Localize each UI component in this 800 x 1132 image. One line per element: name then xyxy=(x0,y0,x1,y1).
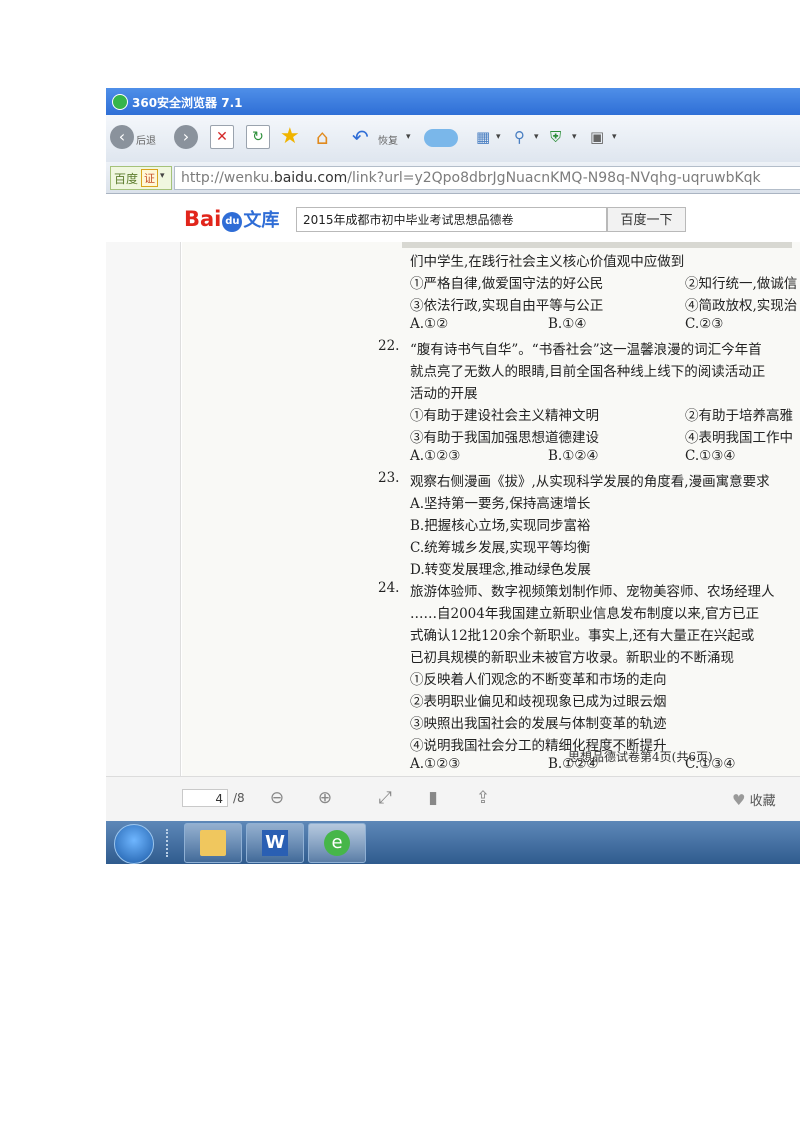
cloud-icon[interactable] xyxy=(424,129,458,147)
doc-line: ②有助于培养高雅 xyxy=(685,408,793,424)
logo-text-bai: Bai xyxy=(184,207,222,231)
restore-dropdown-icon[interactable]: ▾ xyxy=(406,125,416,151)
doc-line: ①严格自律,做爱国守法的好公民 xyxy=(410,276,604,292)
browser-title-bar: 360安全浏览器 7.1 xyxy=(106,88,800,115)
back-arrow-icon[interactable]: ‹ xyxy=(110,125,134,149)
security-shield-icon[interactable]: ⛨ xyxy=(550,125,568,151)
favorite-button[interactable]: ♥ 收藏 xyxy=(732,790,776,809)
doc-line: A.①② xyxy=(410,316,449,332)
address-bar-row: 百度 证 ▾ http://wenku.baidu.com/link?url=y… xyxy=(106,162,800,194)
undo-close-icon[interactable]: ↶ xyxy=(352,125,376,151)
doc-line: ④简政放权,实现治 xyxy=(685,298,798,314)
favorite-label: 收藏 xyxy=(749,794,776,809)
document-page[interactable]: 们中学生,在践行社会主义核心价值观中应做到 ①严格自律,做爱国守法的好公民 ②知… xyxy=(182,242,800,776)
baidu-wenku-logo[interactable]: Bai du 文库 xyxy=(184,206,279,232)
folder-icon xyxy=(200,830,226,856)
search-engine-name: 百度 xyxy=(114,172,139,186)
apps-grid-icon[interactable]: ▦ xyxy=(476,125,494,151)
taskbar-browser-button[interactable]: e xyxy=(308,823,366,863)
restore-button-label[interactable]: 恢复 xyxy=(378,132,398,147)
screenshot-dropdown-icon[interactable]: ▾ xyxy=(612,125,622,151)
doc-line: “腹有诗书气自华”。“书香社会”这一温馨浪漫的词汇今年首 xyxy=(410,342,762,358)
stop-icon[interactable]: ✕ xyxy=(210,125,234,149)
doc-line: A.①②③ xyxy=(410,756,461,772)
doc-line: 式确认12批120余个新职业。事实上,还有大量正在兴起或 xyxy=(410,628,755,644)
security-dropdown-icon[interactable]: ▾ xyxy=(572,125,582,151)
fullscreen-icon[interactable]: ⤢ xyxy=(374,787,396,809)
doc-line: ③依法行政,实现自由平等与公正 xyxy=(410,298,604,314)
doc-line: ③有助于我国加强思想道德建设 xyxy=(410,430,599,446)
browser-title: 360安全浏览器 7.1 xyxy=(132,96,243,110)
url-suffix: /link?url=y2Qpo8dbrJgNuacnKMQ-N98q-NVqhg… xyxy=(347,170,761,186)
doc-line: 旅游体验师、数字视频策划制作师、宠物美容师、农场经理人 xyxy=(410,584,775,600)
doc-line: B.把握核心立场,实现同步富裕 xyxy=(410,518,591,534)
doc-line: C.①③④ xyxy=(685,448,736,464)
question-number: 24. xyxy=(378,580,400,596)
forward-arrow-icon[interactable]: › xyxy=(174,125,198,149)
browser-app-icon: e xyxy=(324,830,350,856)
search-magnifier-icon[interactable]: ⚲ xyxy=(514,125,532,151)
question-number: 23. xyxy=(378,470,400,486)
doc-line: A.坚持第一要务,保持高速增长 xyxy=(410,496,591,512)
doc-line: ④表明我国工作中 xyxy=(685,430,793,446)
doc-line: B.①②④ xyxy=(548,448,599,464)
cut-off-text-row xyxy=(402,242,792,248)
taskbar-explorer-button[interactable] xyxy=(184,823,242,863)
home-icon[interactable]: ⌂ xyxy=(316,125,342,151)
doc-line: 观察右侧漫画《拔》,从实现科学发展的角度看,漫画寓意要求 xyxy=(410,474,770,490)
share-icon[interactable]: ⇪ xyxy=(472,787,494,809)
screenshot-tool-icon[interactable]: ▣ xyxy=(590,125,608,151)
wenku-header: Bai du 文库 2015年成都市初中毕业考试思想品德卷 百度一下 xyxy=(106,194,800,243)
doc-line: C.②③ xyxy=(685,316,724,332)
page-number-input[interactable]: 4 xyxy=(182,789,228,807)
address-input[interactable]: http://wenku.baidu.com/link?url=y2Qpo8db… xyxy=(174,166,800,190)
doc-line: D.转变发展理念,推动绿色发展 xyxy=(410,562,591,578)
screenshot-window: 360安全浏览器 7.1 ‹ 后退 › ✕ ↻ ★ ⌂ ↶ 恢复 ▾ ▦ ▾ ⚲… xyxy=(106,88,800,864)
windows-taskbar: W e xyxy=(106,821,800,864)
certificate-badge-icon: 证 xyxy=(141,169,158,187)
baidu-paw-icon: du xyxy=(222,212,243,232)
apps-dropdown-icon[interactable]: ▾ xyxy=(496,125,506,151)
browser-logo-icon xyxy=(112,94,128,110)
doc-line: C.统筹城乡发展,实现平等均衡 xyxy=(410,540,591,556)
taskbar-grip xyxy=(166,829,172,857)
page-total: /8 xyxy=(233,791,245,805)
viewer-toolbar: 4 /8 ⊖ ⊕ ⤢ ▮ ⇪ ♥ 收藏 xyxy=(106,776,800,821)
favorites-star-icon[interactable]: ★ xyxy=(280,125,306,151)
bookmark-icon[interactable]: ▮ xyxy=(422,787,444,809)
doc-line: B.①④ xyxy=(548,316,587,332)
wenku-search-input[interactable]: 2015年成都市初中毕业考试思想品德卷 xyxy=(296,207,607,232)
word-app-icon: W xyxy=(262,830,288,856)
doc-line: 已初具规模的新职业未被官方收录。新职业的不断涌现 xyxy=(410,650,734,666)
doc-line: 活动的开展 xyxy=(410,386,478,402)
doc-line: 们中学生,在践行社会主义核心价值观中应做到 xyxy=(410,254,685,270)
url-domain: baidu.com xyxy=(273,170,348,186)
document-viewer: 们中学生,在践行社会主义核心价值观中应做到 ①严格自律,做爱国守法的好公民 ②知… xyxy=(106,242,800,776)
doc-line: ……自2004年我国建立新职业信息发布制度以来,官方已正 xyxy=(410,606,760,622)
engine-dropdown-icon: ▾ xyxy=(160,171,165,181)
thumbnail-pane xyxy=(106,242,181,776)
doc-line: ②表明职业偏见和歧视现象已成为过眼云烟 xyxy=(410,694,667,710)
heart-icon: ♥ xyxy=(732,791,746,809)
search-engine-selector[interactable]: 百度 证 ▾ xyxy=(110,166,172,190)
doc-line: 就点亮了无数人的眼睛,目前全国各种线上线下的阅读活动正 xyxy=(410,364,766,380)
doc-line: ②知行统一,做诚信 xyxy=(685,276,798,292)
url-prefix: http://wenku. xyxy=(181,170,274,186)
page-footer: 思想品德试卷第4页(共6页) xyxy=(568,750,713,764)
windows-start-button[interactable] xyxy=(114,824,154,864)
zoom-in-icon[interactable]: ⊕ xyxy=(314,787,336,809)
question-number: 22. xyxy=(378,338,400,354)
doc-line: ①反映着人们观念的不断变革和市场的走向 xyxy=(410,672,667,688)
taskbar-word-button[interactable]: W xyxy=(246,823,304,863)
wenku-search-button[interactable]: 百度一下 xyxy=(607,207,686,232)
logo-text-wenku: 文库 xyxy=(243,210,280,231)
search-dropdown-icon[interactable]: ▾ xyxy=(534,125,544,151)
back-button-label[interactable]: 后退 xyxy=(136,132,156,147)
doc-line: A.①②③ xyxy=(410,448,461,464)
doc-line: ①有助于建设社会主义精神文明 xyxy=(410,408,599,424)
browser-toolbar: ‹ 后退 › ✕ ↻ ★ ⌂ ↶ 恢复 ▾ ▦ ▾ ⚲ ▾ ⛨ ▾ ▣ ▾ xyxy=(106,115,800,163)
doc-line: ③映照出我国社会的发展与体制变革的轨迹 xyxy=(410,716,667,732)
zoom-out-icon[interactable]: ⊖ xyxy=(266,787,288,809)
refresh-icon[interactable]: ↻ xyxy=(246,125,270,149)
